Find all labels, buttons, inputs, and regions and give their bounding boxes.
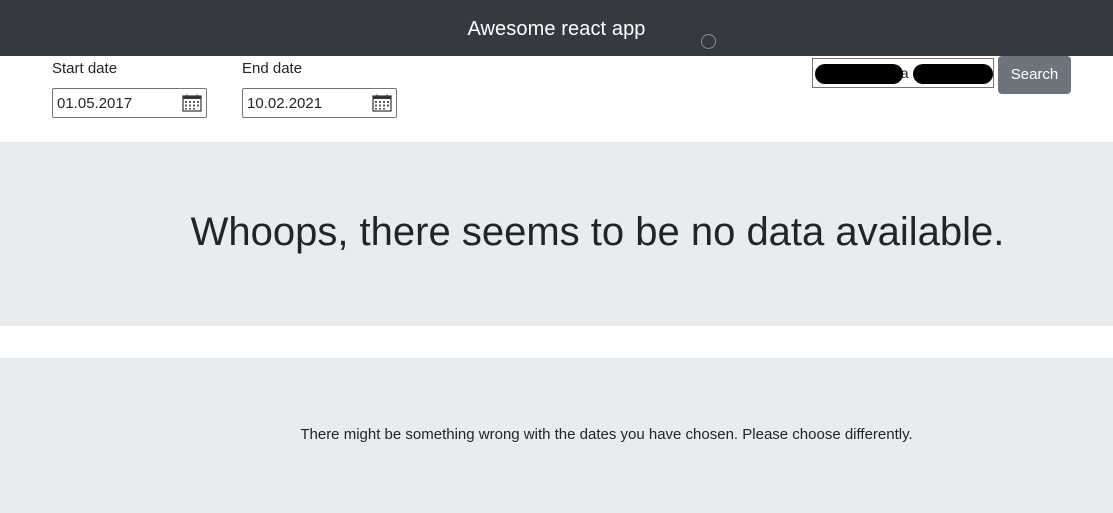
end-date-label: End date [242,60,303,77]
start-date-label: Start date [52,60,118,77]
top-navbar: Awesome react app [0,0,1113,56]
calendar-icon[interactable] [372,94,392,112]
end-date-input[interactable]: 10.02.2021 [242,88,397,118]
app-title: Awesome react app [467,18,646,40]
no-data-jumbotron: Whoops, there seems to be no data availa… [0,142,1113,326]
search-input[interactable]: 2a [812,58,994,88]
loading-spinner-icon [701,34,716,49]
redaction-mark [815,64,903,84]
search-button[interactable]: Search [998,56,1071,94]
no-data-heading: Whoops, there seems to be no data availa… [190,210,1005,254]
end-date-value: 10.02.2021 [247,95,323,112]
date-hint-text: There might be something wrong with the … [300,426,913,443]
start-date-input[interactable]: 01.05.2017 [52,88,207,118]
calendar-icon[interactable] [182,94,202,112]
redaction-mark [913,64,993,84]
start-date-value: 01.05.2017 [57,95,133,112]
date-hint-jumbotron: There might be something wrong with the … [0,358,1113,513]
